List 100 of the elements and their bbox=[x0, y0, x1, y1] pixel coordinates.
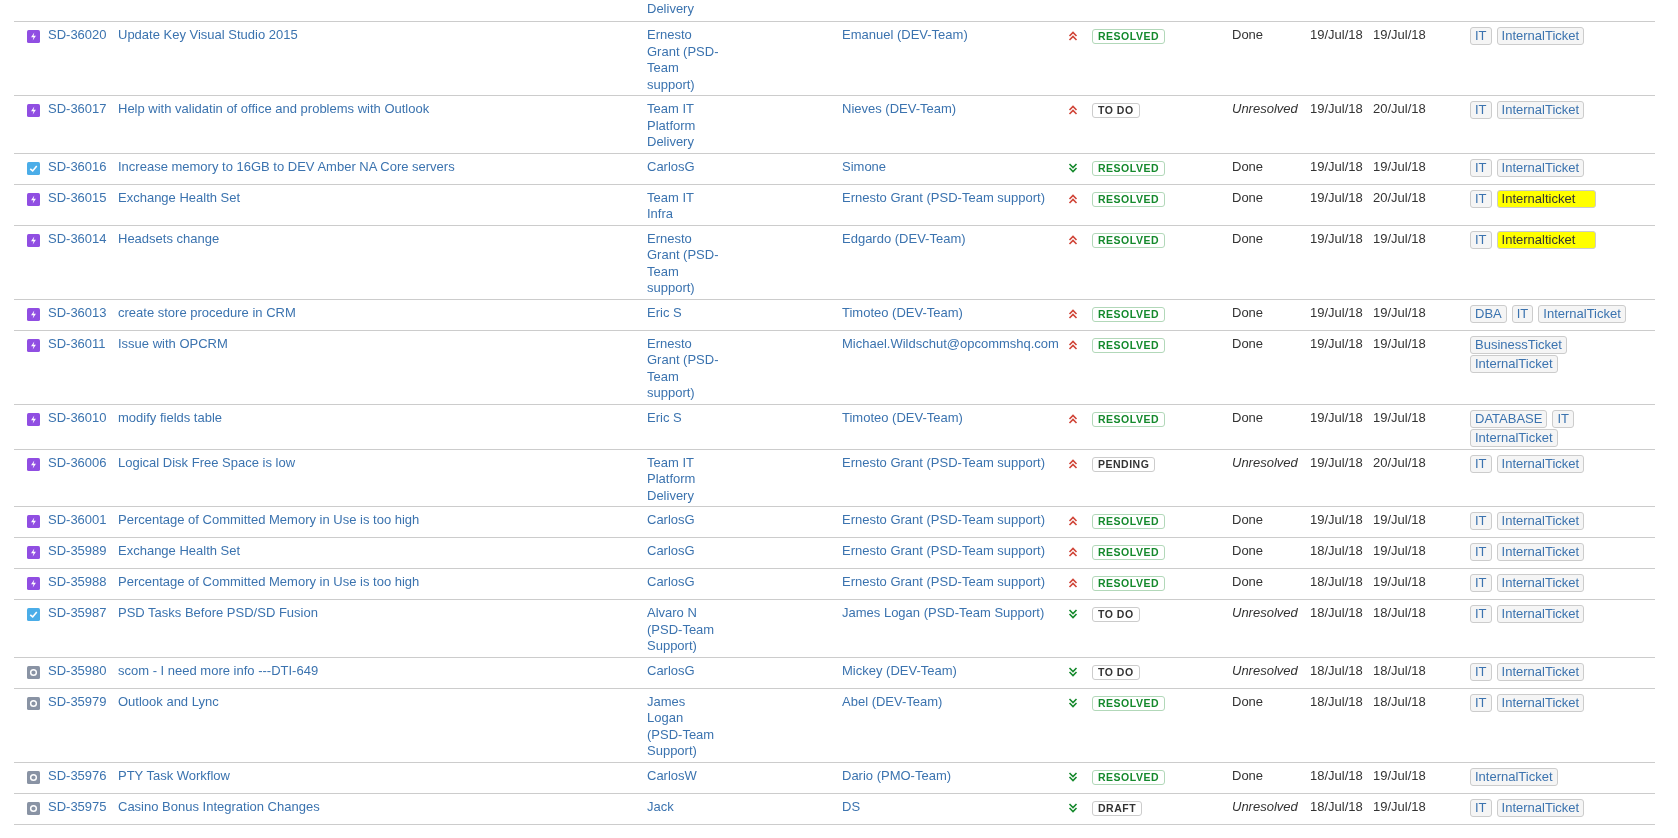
label-tag[interactable]: InternalTicket bbox=[1496, 574, 1585, 592]
issue-summary-link[interactable]: Help with validatin of office and problems with Outlook bbox=[118, 101, 642, 118]
label-tag[interactable]: InternalTicket bbox=[1496, 101, 1585, 119]
reporter-link[interactable]: Team IT Infra bbox=[647, 189, 721, 223]
issue-key-link[interactable]: SD-35989 bbox=[48, 543, 113, 560]
issue-key-link[interactable]: SD-36001 bbox=[48, 512, 113, 529]
assignee-link[interactable]: Ernesto Grant (PSD-Team support) bbox=[842, 189, 1063, 206]
label-tag[interactable]: IT bbox=[1470, 693, 1492, 712]
label-tag[interactable]: IT bbox=[1470, 101, 1492, 119]
reporter-link[interactable]: Team IT Platform Delivery bbox=[647, 101, 721, 151]
reporter-link[interactable]: Eric S bbox=[647, 304, 721, 321]
reporter-link[interactable]: CarlosG bbox=[647, 543, 721, 560]
label-tag[interactable]: InternalTicket bbox=[1496, 454, 1585, 473]
assignee-link[interactable]: Mickey (DEV-Team) bbox=[842, 662, 1063, 679]
issue-summary-link[interactable]: Update Key Visual Studio 2015 bbox=[118, 27, 642, 44]
issue-key-link[interactable]: SD-36006 bbox=[48, 454, 113, 471]
reporter-link[interactable]: CarlosG bbox=[647, 662, 721, 679]
issue-key-link[interactable]: SD-36013 bbox=[48, 304, 113, 321]
issue-summary-link[interactable]: PTY Task Workflow bbox=[118, 767, 642, 784]
label-tag[interactable]: IT bbox=[1470, 605, 1492, 623]
issue-key-link[interactable]: SD-35976 bbox=[48, 767, 113, 784]
label-tag[interactable]: IT bbox=[1470, 574, 1492, 592]
label-tag[interactable]: IT bbox=[1470, 662, 1492, 681]
label-tag[interactable]: InternalTicket bbox=[1496, 543, 1585, 561]
assignee-link[interactable]: Dario (PMO-Team) bbox=[842, 767, 1063, 784]
label-tag[interactable]: InternalTicket bbox=[1496, 693, 1585, 712]
label-tag[interactable]: InternalTicket bbox=[1496, 27, 1585, 45]
reporter-link[interactable]: Team IT Platform Delivery bbox=[647, 454, 721, 504]
label-tag[interactable]: IT bbox=[1470, 798, 1492, 817]
issue-summary-link[interactable]: modify fields table bbox=[118, 409, 642, 426]
issue-summary-link[interactable]: Headsets change bbox=[118, 230, 642, 247]
label-tag[interactable]: InternalTicket bbox=[1496, 512, 1585, 530]
reporter-link[interactable]: Ernesto Grant (PSD-Team support) bbox=[647, 27, 721, 93]
issue-key-link[interactable]: SD-35980 bbox=[48, 662, 113, 679]
label-tag[interactable]: InternalTicket bbox=[1496, 798, 1585, 817]
issue-key-link[interactable]: SD-36014 bbox=[48, 230, 113, 247]
reporter-link[interactable]: Alvaro N (PSD-Team Support) bbox=[647, 605, 721, 655]
label-tag[interactable]: IT bbox=[1470, 512, 1492, 530]
assignee-link[interactable]: Nieves (DEV-Team) bbox=[842, 101, 1063, 118]
reporter-link[interactable]: CarlosG bbox=[647, 158, 721, 175]
label-tag[interactable]: IT bbox=[1470, 27, 1492, 45]
issue-key-link[interactable]: SD-35979 bbox=[48, 693, 113, 710]
issue-summary-link[interactable]: PSD Tasks Before PSD/SD Fusion bbox=[118, 605, 642, 622]
issue-summary-link[interactable]: Casino Bonus Integration Changes bbox=[118, 798, 642, 815]
issue-summary-link[interactable]: create store procedure in CRM bbox=[118, 304, 642, 321]
issue-key-link[interactable]: SD-35975 bbox=[48, 798, 113, 815]
reporter-link[interactable]: Ernesto Grant (PSD-Team support) bbox=[647, 335, 721, 402]
assignee-link[interactable]: Michael.Wildschut@opcommshq.com bbox=[842, 335, 1063, 352]
label-tag[interactable]: InternalTicket bbox=[1496, 605, 1585, 623]
assignee-link[interactable]: Ernesto Grant (PSD-Team support) bbox=[842, 512, 1063, 529]
label-tag[interactable]: Internalticket bbox=[1496, 230, 1597, 249]
reporter-link[interactable]: CarlosG bbox=[647, 512, 721, 529]
issue-summary-link[interactable]: Exchange Health Set bbox=[118, 543, 642, 560]
label-tag[interactable]: IT bbox=[1470, 543, 1492, 561]
issue-key-link[interactable]: SD-36017 bbox=[48, 101, 113, 118]
assignee-link[interactable]: Timoteo (DEV-Team) bbox=[842, 409, 1063, 426]
assignee-link[interactable]: Ernesto Grant (PSD-Team support) bbox=[842, 543, 1063, 560]
issue-summary-link[interactable]: Logical Disk Free Space is low bbox=[118, 454, 642, 471]
reporter-link[interactable]: CarlosW bbox=[647, 767, 721, 784]
issue-key-link[interactable]: SD-35988 bbox=[48, 574, 113, 591]
label-tag[interactable]: IT bbox=[1470, 454, 1492, 473]
issue-key-link[interactable]: SD-36015 bbox=[48, 189, 113, 206]
issue-summary-link[interactable]: Percentage of Committed Memory in Use is too high bbox=[118, 512, 642, 529]
assignee-link[interactable]: Emanuel (DEV-Team) bbox=[842, 27, 1063, 44]
reporter-link[interactable]: Eric S bbox=[647, 409, 721, 426]
label-tag[interactable]: InternalTicket bbox=[1470, 354, 1558, 373]
label-tag[interactable]: IT bbox=[1470, 189, 1492, 208]
label-tag[interactable]: InternalTicket bbox=[1496, 158, 1585, 177]
assignee-link[interactable]: Edgardo (DEV-Team) bbox=[842, 230, 1063, 247]
issue-summary-link[interactable]: Issue with OPCRM bbox=[118, 335, 642, 352]
reporter-link[interactable]: James Logan (PSD-Team Support) bbox=[647, 693, 721, 760]
issue-summary-link[interactable]: Exchange Health Set bbox=[118, 189, 642, 206]
label-tag[interactable]: InternalTicket bbox=[1538, 304, 1626, 323]
issue-key-link[interactable]: SD-35987 bbox=[48, 605, 113, 622]
reporter-link[interactable]: Jack bbox=[647, 798, 721, 815]
label-tag[interactable]: BusinessTicket bbox=[1470, 335, 1567, 354]
issue-key-link[interactable]: SD-36020 bbox=[48, 27, 113, 44]
issue-key-link[interactable]: SD-36010 bbox=[48, 409, 113, 426]
label-tag[interactable]: IT bbox=[1511, 304, 1534, 323]
assignee-link[interactable]: Timoteo (DEV-Team) bbox=[842, 304, 1063, 321]
label-tag[interactable]: InternalTicket bbox=[1470, 428, 1558, 447]
label-tag[interactable]: DBA bbox=[1470, 304, 1507, 323]
label-tag[interactable]: Internalticket bbox=[1496, 189, 1597, 208]
issue-summary-link[interactable]: scom - I need more info ---DTI-649 bbox=[118, 662, 642, 679]
assignee-link[interactable]: DS bbox=[842, 798, 1063, 815]
label-tag[interactable]: InternalTicket bbox=[1470, 767, 1558, 786]
label-tag[interactable]: InternalTicket bbox=[1496, 662, 1585, 681]
issue-summary-link[interactable]: Increase memory to 16GB to DEV Amber NA Core servers bbox=[118, 158, 642, 175]
reporter-link[interactable]: Ernesto Grant (PSD-Team support) bbox=[647, 230, 721, 297]
label-tag[interactable]: DATABASE bbox=[1470, 409, 1548, 428]
reporter-link[interactable]: Delivery bbox=[642, 0, 721, 17]
assignee-link[interactable]: James Logan (PSD-Team Support) bbox=[842, 605, 1063, 622]
reporter-link[interactable]: CarlosG bbox=[647, 574, 721, 591]
issue-key-link[interactable]: SD-36016 bbox=[48, 158, 113, 175]
label-tag[interactable]: IT bbox=[1470, 158, 1492, 177]
issue-summary-link[interactable]: Outlook and Lync bbox=[118, 693, 642, 710]
assignee-link[interactable]: Abel (DEV-Team) bbox=[842, 693, 1063, 710]
assignee-link[interactable]: Simone bbox=[842, 158, 1063, 175]
issue-key-link[interactable]: SD-36011 bbox=[48, 335, 113, 352]
label-tag[interactable]: IT bbox=[1470, 230, 1492, 249]
